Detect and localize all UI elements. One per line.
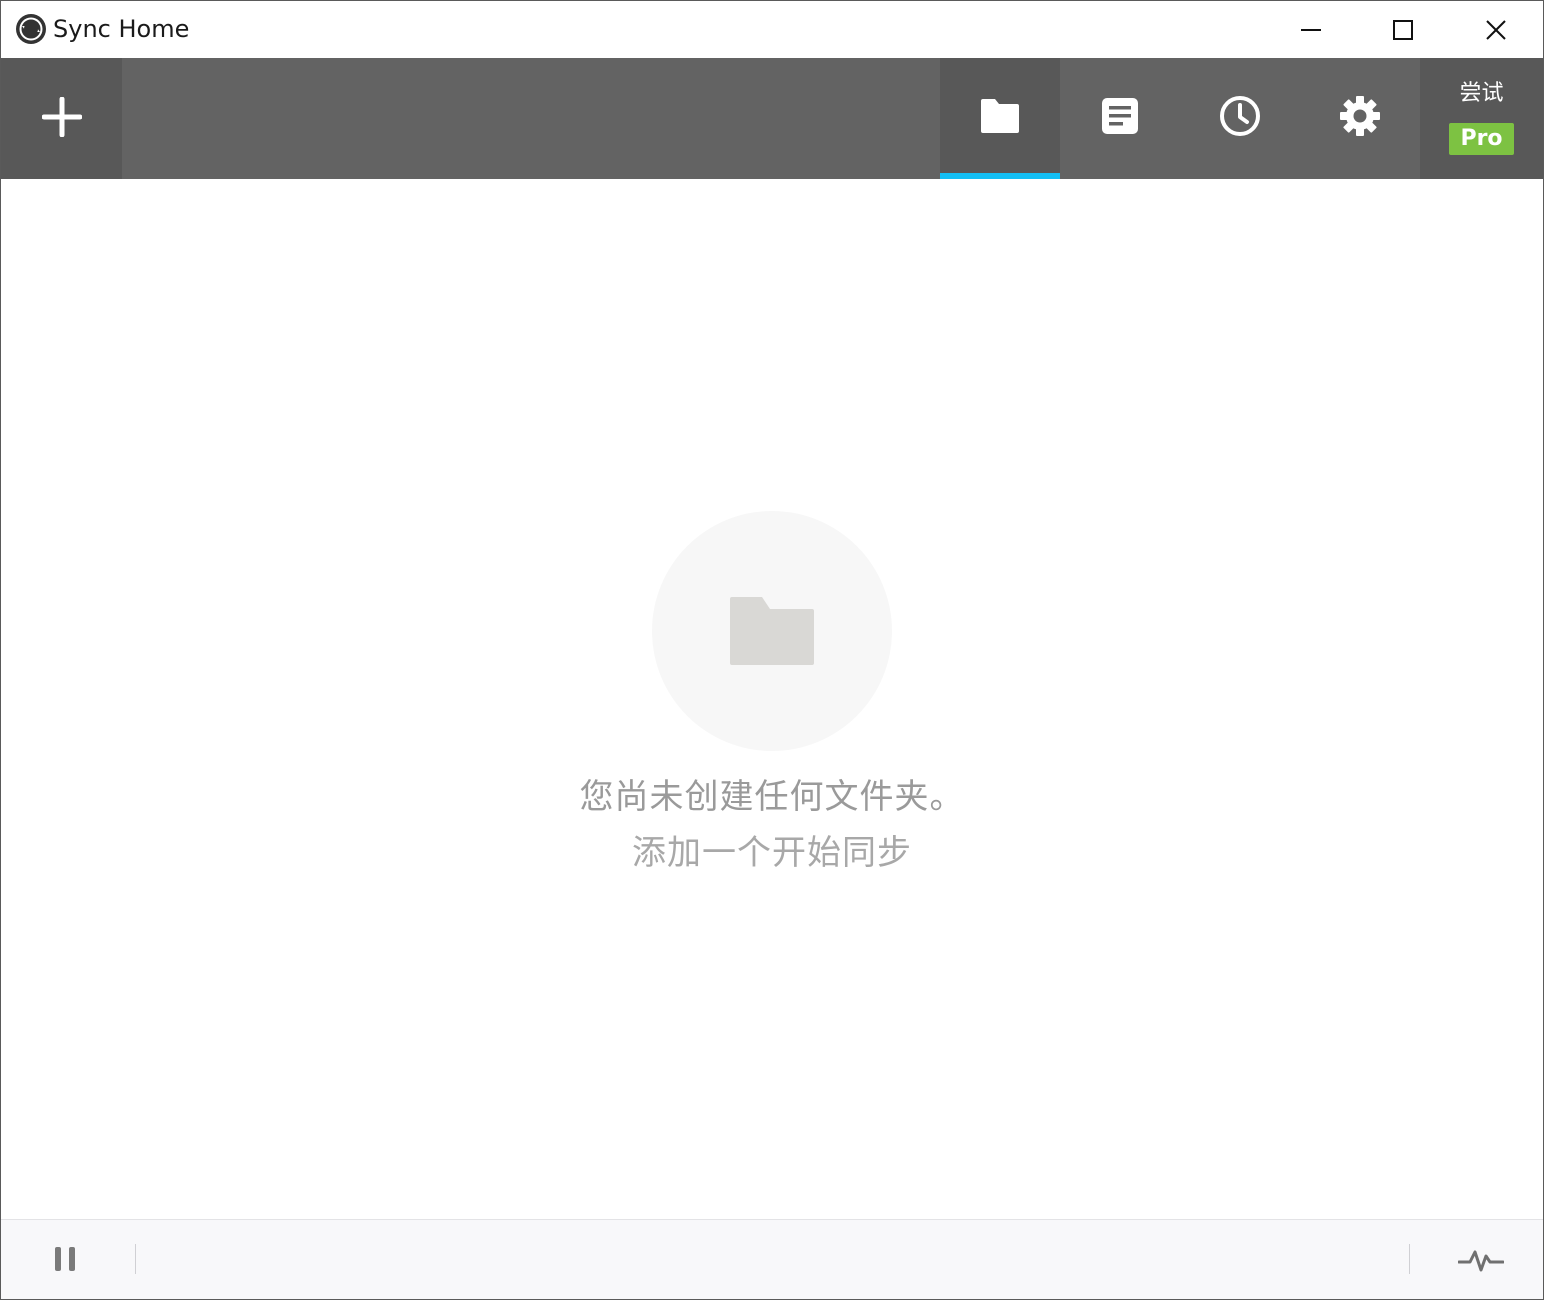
- title-bar[interactable]: Sync Home: [1, 1, 1543, 58]
- add-folder-button[interactable]: [1, 58, 122, 179]
- empty-state-title: 您尚未创建任何文件夹。: [579, 777, 965, 817]
- try-label: 尝试: [1459, 81, 1504, 106]
- window-title: Sync Home: [53, 15, 190, 43]
- main-toolbar: 尝试 Pro: [1, 58, 1543, 179]
- maximize-button[interactable]: [1357, 1, 1449, 58]
- pause-sync-button[interactable]: [45, 1242, 85, 1278]
- empty-state-subtitle: 添加一个开始同步: [632, 833, 912, 873]
- app-window: Sync Home 尝试 Pro 您尚未创建任何文件夹。 添加一个开始同步: [0, 0, 1544, 1300]
- pause-icon: [55, 1247, 75, 1271]
- document-icon: [1102, 98, 1138, 134]
- plus-icon: [42, 97, 82, 137]
- folder-icon: [730, 597, 814, 665]
- minimize-icon: [1301, 28, 1321, 31]
- tab-settings[interactable]: [1300, 58, 1420, 179]
- tab-folders[interactable]: [940, 58, 1060, 179]
- clock-icon: [1220, 96, 1260, 136]
- tab-log[interactable]: [1060, 58, 1180, 179]
- close-icon: [1486, 19, 1506, 40]
- folders-panel: 您尚未创建任何文件夹。 添加一个开始同步: [1, 179, 1543, 1219]
- pro-badge: Pro: [1449, 123, 1514, 155]
- try-pro-button[interactable]: 尝试 Pro: [1420, 58, 1543, 179]
- gear-icon: [1340, 96, 1380, 136]
- empty-state-illustration: [652, 511, 892, 751]
- activity-button[interactable]: [1456, 1242, 1504, 1278]
- close-button[interactable]: [1450, 1, 1542, 58]
- folder-icon: [981, 99, 1019, 133]
- minimize-button[interactable]: [1265, 1, 1357, 58]
- maximize-icon: [1393, 19, 1413, 40]
- tab-history[interactable]: [1180, 58, 1300, 179]
- activity-pulse-icon: [1458, 1250, 1504, 1272]
- sync-logo-icon: [16, 14, 46, 44]
- status-divider: [135, 1244, 136, 1274]
- status-divider: [1409, 1244, 1410, 1274]
- status-bar: [1, 1219, 1543, 1299]
